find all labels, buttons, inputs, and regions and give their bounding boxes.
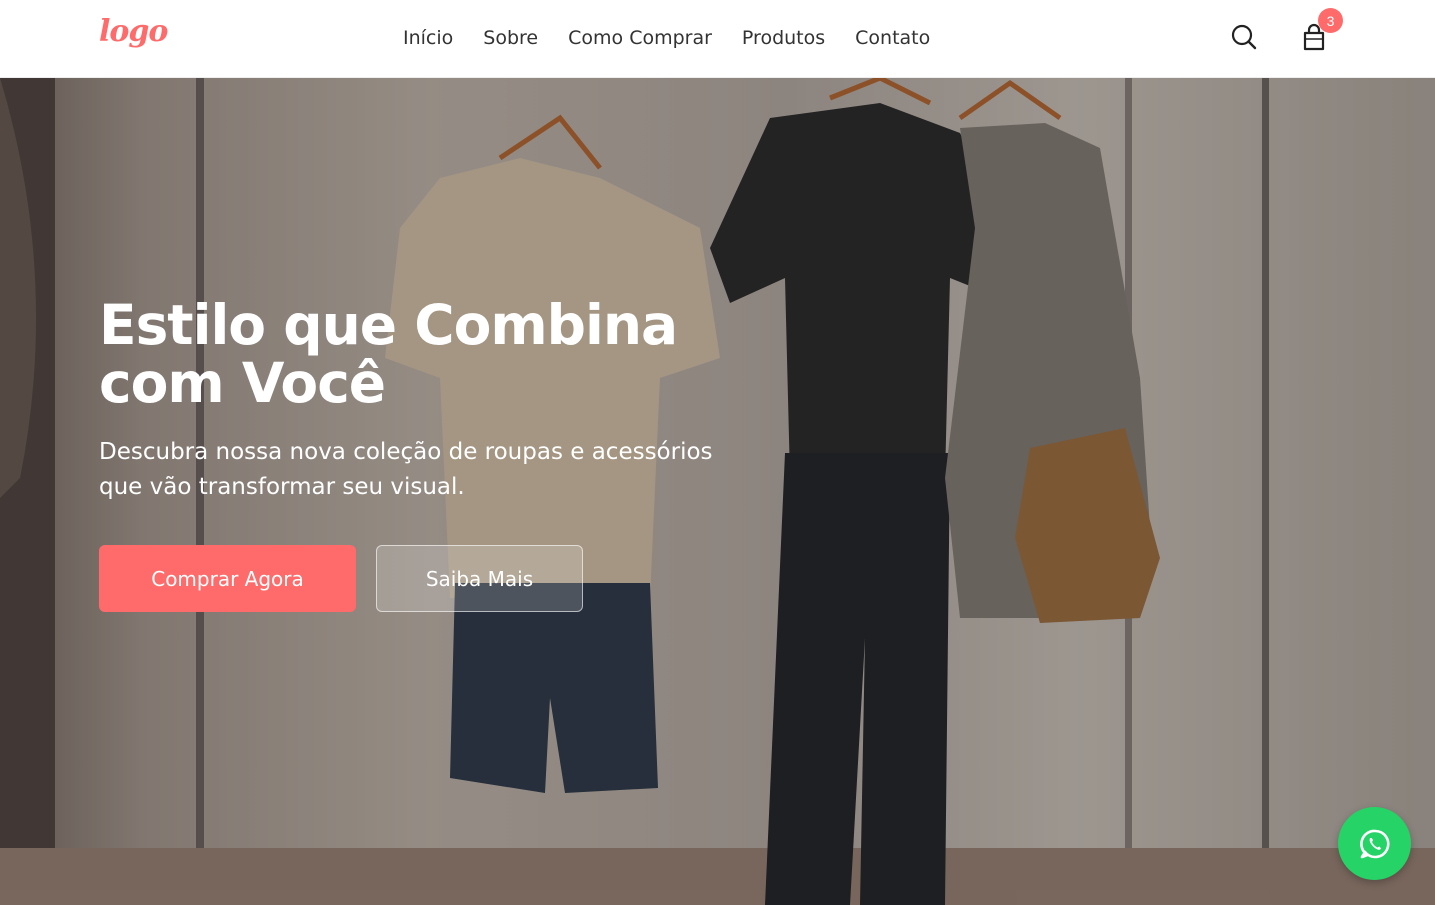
main-nav: Início Sobre Como Comprar Produtos Conta… xyxy=(403,25,930,51)
hero-title-line-2: com Você xyxy=(99,351,386,415)
hero-subtitle: Descubra nossa nova coleção de roupas e … xyxy=(99,435,799,505)
comprar-agora-button[interactable]: Comprar Agora xyxy=(99,545,356,612)
nav-item-como-comprar[interactable]: Como Comprar xyxy=(568,25,712,51)
hero-subtitle-line-1: Descubra nossa nova coleção de roupas e … xyxy=(99,439,713,465)
nav-item-inicio[interactable]: Início xyxy=(403,25,453,51)
nav-item-contato[interactable]: Contato xyxy=(855,25,930,51)
hero-title: Estilo que Combina com Você xyxy=(99,296,819,412)
nav-item-sobre[interactable]: Sobre xyxy=(483,25,538,51)
hero-title-line-1: Estilo que Combina xyxy=(99,293,678,357)
hero-section: Estilo que Combina com Você Descubra nos… xyxy=(0,78,1435,905)
site-header: logo Início Sobre Como Comprar Produtos … xyxy=(0,0,1435,78)
whatsapp-icon xyxy=(1359,829,1390,858)
whatsapp-button[interactable] xyxy=(1338,807,1411,880)
logo[interactable]: logo xyxy=(99,14,168,49)
search-icon[interactable] xyxy=(1229,22,1259,52)
cart-count-badge: 3 xyxy=(1318,8,1343,33)
nav-item-produtos[interactable]: Produtos xyxy=(742,25,825,51)
saiba-mais-button[interactable]: Saiba Mais xyxy=(376,545,583,612)
hero-subtitle-line-2: que vão transformar seu visual. xyxy=(99,474,465,500)
